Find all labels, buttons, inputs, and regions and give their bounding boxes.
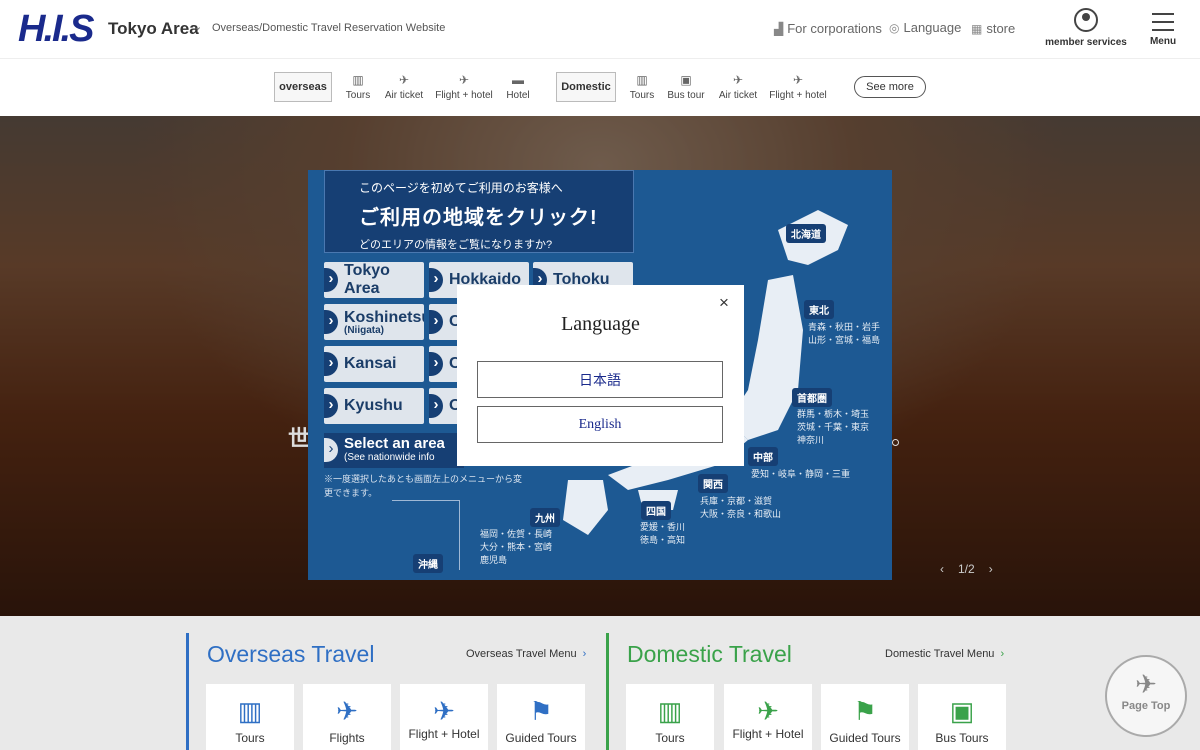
chevron-left-icon[interactable]: ‹ bbox=[940, 562, 944, 576]
language-option-english[interactable]: English bbox=[477, 406, 723, 443]
map-label-kansai[interactable]: 関西 bbox=[698, 474, 728, 493]
plane-icon: ✈ bbox=[1135, 669, 1157, 699]
suitcase-icon: ▥ bbox=[636, 73, 648, 87]
overseas-card-flights[interactable]: ✈ Flights bbox=[303, 684, 391, 750]
suitcase-icon: ▥ bbox=[352, 73, 364, 87]
plane-icon: ✈ bbox=[398, 73, 410, 87]
carousel-counter: 1/2 bbox=[958, 562, 975, 576]
domestic-card-flight-hotel[interactable]: ✈ Flight + Hotel bbox=[724, 684, 812, 750]
map-label-kyushu[interactable]: 九州 bbox=[530, 508, 560, 527]
flag-icon: ⚑ bbox=[529, 696, 553, 726]
nav-overseas-air-ticket[interactable]: ✈ Air ticket bbox=[382, 73, 426, 101]
map-prefs-chubu: 愛知・岐阜・静岡・三重 bbox=[751, 469, 851, 479]
language-link[interactable]: ◎ Language bbox=[889, 20, 961, 35]
suitcase-icon: ▥ bbox=[657, 696, 683, 726]
domestic-travel-section: Domestic Travel Domestic Travel Menu › ▥… bbox=[606, 633, 1016, 750]
map-label-tohoku[interactable]: 東北 bbox=[804, 300, 834, 319]
map-prefs-kyushu: 福岡・佐賀・長崎 大分・熊本・宮崎 鹿児島 bbox=[480, 529, 553, 565]
member-services-button[interactable]: member services bbox=[1040, 8, 1132, 48]
overseas-menu-link[interactable]: Overseas Travel Menu › bbox=[466, 648, 586, 660]
domestic-tab[interactable]: Domestic bbox=[556, 72, 616, 102]
store-icon: ▦ bbox=[971, 21, 983, 36]
map-prefs-tohoku: 青森・秋田・岩手 山形・宮城・福島 bbox=[808, 322, 881, 345]
map-label-okinawa[interactable]: 沖縄 bbox=[413, 554, 443, 573]
overseas-tab[interactable]: overseas bbox=[274, 72, 332, 102]
map-label-shutoken[interactable]: 首都圏 bbox=[792, 388, 832, 407]
bus-icon: ▣ bbox=[949, 696, 975, 726]
flight-hotel-icon: ✈ bbox=[433, 696, 455, 726]
menu-button[interactable]: Menu bbox=[1146, 13, 1180, 47]
nav-domestic-flight-hotel[interactable]: ✈ Flight + hotel bbox=[768, 73, 828, 101]
language-modal: × Language 日本語 English bbox=[457, 285, 744, 466]
plane-icon: ✈ bbox=[732, 73, 744, 87]
chevron-down-icon[interactable]: ⌄ bbox=[193, 20, 202, 33]
nav-domestic-air-ticket[interactable]: ✈ Air ticket bbox=[716, 73, 760, 101]
overseas-card-flight-hotel[interactable]: ✈ Flight + Hotel bbox=[400, 684, 488, 750]
map-prefs-kansai: 兵庫・京都・滋賀 大阪・奈良・和歌山 bbox=[700, 496, 782, 519]
domestic-card-guided-tours[interactable]: ⚑ Guided Tours bbox=[821, 684, 909, 750]
site-tagline: Overseas/Domestic Travel Reservation Web… bbox=[212, 22, 446, 34]
domestic-menu-link[interactable]: Domestic Travel Menu › bbox=[885, 648, 1004, 660]
carousel-controls: ‹ 1/2 › bbox=[940, 562, 993, 576]
category-nav: overseas ▥ Tours ✈ Air ticket ✈ Flight + ho… bbox=[0, 58, 1200, 116]
see-more-button[interactable]: See more bbox=[854, 76, 926, 98]
hamburger-icon bbox=[1152, 13, 1174, 31]
nav-domestic-bus-tour[interactable]: ▣ Bus tour bbox=[666, 73, 706, 101]
flight-hotel-icon: ✈ bbox=[757, 696, 779, 726]
nav-overseas-tours[interactable]: ▥ Tours bbox=[343, 73, 373, 101]
bus-icon: ▣ bbox=[680, 73, 692, 87]
building-icon: ▟ bbox=[774, 21, 784, 36]
overseas-travel-section: Overseas Travel Overseas Travel Menu › ▥… bbox=[186, 633, 596, 750]
nav-domestic-tours[interactable]: ▥ Tours bbox=[627, 73, 657, 101]
globe-icon: ◎ bbox=[889, 20, 900, 35]
modal-title: Language bbox=[561, 313, 640, 335]
map-prefs-shikoku: 愛媛・香川 徳島・高知 bbox=[640, 522, 686, 545]
area-selector[interactable]: Tokyo Area bbox=[108, 19, 199, 39]
map-label-hokkaido[interactable]: 北海道 bbox=[786, 224, 826, 243]
corporations-link[interactable]: ▟ For corporations bbox=[774, 21, 882, 36]
region-button-koshinetsu[interactable]: Koshinetsu (Niigata) bbox=[324, 304, 424, 340]
user-icon bbox=[1074, 8, 1098, 32]
map-prefs-shutoken: 群馬・栃木・埼玉 茨城・千葉・東京 神奈川 bbox=[797, 409, 870, 445]
bed-icon: ▬ bbox=[512, 73, 524, 87]
site-header: H.I.S Tokyo Area ⌄ Overseas/Domestic Tra… bbox=[0, 0, 1200, 58]
suitcase-icon: ▥ bbox=[237, 696, 263, 726]
select-area-button[interactable]: Select an area (See nationwide info bbox=[324, 433, 464, 468]
his-logo[interactable]: H.I.S bbox=[18, 8, 94, 51]
overseas-card-tours[interactable]: ▥ Tours bbox=[206, 684, 294, 750]
domestic-card-tours[interactable]: ▥ Tours bbox=[626, 684, 714, 750]
close-icon[interactable]: × bbox=[719, 293, 729, 313]
carousel-dot[interactable] bbox=[892, 439, 899, 446]
region-button-kansai[interactable]: Kansai bbox=[324, 346, 424, 382]
page-top-button[interactable]: ✈ Page Top bbox=[1105, 655, 1187, 737]
nav-overseas-hotel[interactable]: ▬ Hotel bbox=[503, 73, 533, 101]
chevron-right-icon: › bbox=[1000, 648, 1005, 660]
plane-icon: ✈ bbox=[336, 696, 358, 726]
flight-hotel-icon: ✈ bbox=[458, 73, 470, 87]
nav-overseas-flight-hotel[interactable]: ✈ Flight + hotel bbox=[434, 73, 494, 101]
region-button-kyushu[interactable]: Kyushu bbox=[324, 388, 424, 424]
region-button-tokyo[interactable]: Tokyo Area bbox=[324, 262, 424, 298]
map-label-shikoku[interactable]: 四国 bbox=[641, 501, 671, 520]
overseas-card-guided-tours[interactable]: ⚑ Guided Tours bbox=[497, 684, 585, 750]
flag-icon: ⚑ bbox=[853, 696, 877, 726]
flight-hotel-icon: ✈ bbox=[792, 73, 804, 87]
map-label-chubu[interactable]: 中部 bbox=[748, 447, 778, 466]
domestic-card-bus-tours[interactable]: ▣ Bus Tours bbox=[918, 684, 1006, 750]
banner-note: ※一度選択したあとも画面左上のメニューから変更できます。 bbox=[324, 474, 523, 498]
chevron-right-icon[interactable]: › bbox=[989, 562, 993, 576]
store-link[interactable]: ▦ store bbox=[971, 21, 1015, 36]
hero-heading: 世 bbox=[288, 426, 311, 451]
chevron-right-icon: › bbox=[582, 648, 587, 660]
language-option-japanese[interactable]: 日本語 bbox=[477, 361, 723, 398]
kyushu-shape bbox=[563, 480, 608, 535]
section-title: Domestic Travel bbox=[627, 641, 792, 667]
section-title: Overseas Travel bbox=[207, 641, 375, 667]
